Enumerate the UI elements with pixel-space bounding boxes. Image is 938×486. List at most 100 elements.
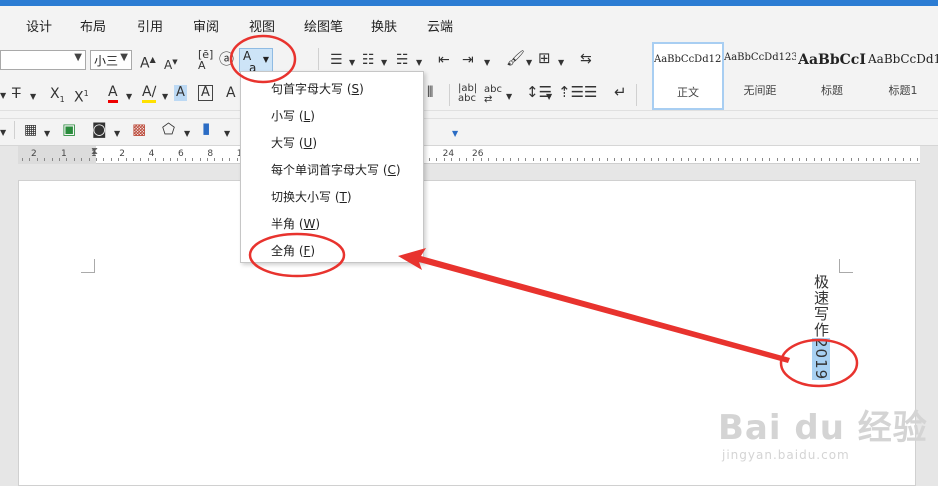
menu-view[interactable]: 视图 — [249, 16, 275, 35]
subscript-icon[interactable]: X1 — [50, 86, 65, 108]
style-name: 标题1 — [888, 84, 918, 97]
menu-skin[interactable]: 换肤 — [371, 16, 397, 35]
style-title[interactable]: AaBbCcI 标题 — [796, 42, 868, 110]
chevron-down-icon[interactable]: ▼ — [546, 89, 552, 105]
change-case-button[interactable]: Aa ▼ — [239, 48, 273, 74]
screenshot-icon[interactable]: ◙ — [92, 121, 107, 137]
chevron-down-icon[interactable]: ▼ — [184, 126, 190, 142]
chevron-down-icon[interactable]: ▼ — [224, 126, 230, 142]
baidu-watermark: Bai du 经验 jingyan.baidu.com — [718, 400, 928, 470]
document-vertical-text[interactable]: 极速写作2019 — [806, 274, 832, 384]
menu-item-half-width[interactable]: 半角 (W) — [271, 215, 320, 232]
ruler-tick — [140, 158, 142, 161]
char-spacing-icon[interactable]: abc ⇄ — [484, 85, 502, 105]
grow-font-icon[interactable]: A▲ — [140, 52, 156, 72]
distributed-align-icon[interactable]: ⫴ — [427, 84, 433, 100]
ruler-tick — [443, 158, 445, 161]
ruler-tick — [747, 158, 749, 161]
menu-cloud[interactable]: 云端 — [427, 16, 453, 35]
ruler-tick — [673, 158, 675, 161]
chevron-down-icon[interactable]: ▼ — [0, 125, 6, 141]
chevron-down-icon[interactable]: ▼ — [126, 89, 132, 105]
menu-item-uppercase[interactable]: 大写 (U) — [271, 134, 317, 151]
superscript-icon[interactable]: X1 — [74, 86, 89, 106]
para-spacing-before-icon[interactable]: ⇡☰ — [558, 84, 584, 100]
line-break-icon[interactable]: ↵ — [614, 84, 627, 100]
font-name-combo[interactable]: ▼ — [0, 50, 86, 70]
chevron-down-icon[interactable]: ▼ — [381, 55, 387, 71]
chevron-down-icon[interactable]: ▼ — [506, 89, 512, 105]
enclose-char-icon[interactable]: ⓐ — [219, 51, 234, 67]
selected-text: 2019 — [812, 338, 830, 381]
chevron-down-icon[interactable]: ▼ — [162, 89, 168, 105]
menu-references[interactable]: 引用 — [137, 16, 163, 35]
font-size-combo[interactable]: 小三 ▼ — [90, 50, 132, 70]
menu-item-full-width[interactable]: 全角 (F) — [271, 242, 315, 259]
chevron-down-icon[interactable]: ▼ — [114, 126, 120, 142]
ruler-tick — [636, 158, 638, 161]
phonetic-guide-icon[interactable]: [ē] A — [198, 49, 213, 71]
menu-item-sentence-case[interactable]: 句首字母大写 (S) — [271, 80, 364, 97]
divider — [14, 121, 15, 139]
text-direction-icon[interactable]: ⇆ — [580, 51, 592, 67]
menu-layout[interactable]: 布局 — [80, 16, 106, 35]
shrink-font-icon[interactable]: A▼ — [164, 54, 178, 73]
strikethrough-icon[interactable]: T — [12, 86, 21, 102]
menu-item-toggle-case[interactable]: 切换大小写 (T) — [271, 188, 352, 205]
chevron-down-icon[interactable]: ▼ — [558, 55, 564, 71]
char-border-icon[interactable]: A — [198, 85, 213, 101]
char-scale-icon[interactable]: |ab| abc — [458, 84, 477, 104]
chevron-down-icon[interactable]: ▼ — [484, 55, 490, 71]
chevron-down-icon[interactable]: ▼ — [0, 88, 6, 104]
ruler-tick — [680, 158, 682, 161]
quick-access-dropdown-icon[interactable]: ▼ — [452, 126, 458, 142]
smartart-icon[interactable]: ▩ — [132, 121, 146, 137]
style-normal[interactable]: AaBbCcDd123 正文 — [652, 42, 724, 110]
ruler-tick — [199, 158, 201, 161]
bullet-list-icon[interactable]: ☰ — [330, 52, 343, 68]
ruler-tick — [725, 158, 726, 161]
multilevel-list-icon[interactable]: ☵ — [396, 52, 409, 68]
chevron-down-icon[interactable]: ▼ — [349, 55, 355, 71]
horizontal-ruler[interactable]: ⧗ 2112468101214161820222426 — [18, 146, 920, 164]
font-color-icon[interactable]: A — [108, 84, 118, 103]
chevron-down-icon[interactable]: ▼ — [30, 89, 36, 105]
highlight-icon[interactable]: A∕ — [142, 84, 157, 103]
ruler-tick — [584, 158, 586, 161]
chart-icon[interactable]: ▮ — [202, 120, 210, 136]
table-icon[interactable]: ▦ — [24, 122, 37, 138]
menu-item-lowercase[interactable]: 小写 (L) — [271, 107, 315, 124]
style-heading1[interactable]: AaBbCcDd1 标题1 — [868, 42, 938, 110]
ruler-tick — [762, 158, 763, 161]
ruler-margin — [18, 146, 96, 164]
chevron-down-icon[interactable]: ▼ — [44, 126, 50, 142]
increase-indent-icon[interactable]: ⇥ — [462, 52, 474, 68]
ruler-tick — [177, 158, 179, 161]
chevron-down-icon[interactable]: ▼ — [416, 55, 422, 71]
phonetic-a-icon[interactable]: A — [226, 85, 236, 101]
ruler-number: 6 — [178, 149, 184, 159]
style-sample: AaBbCcDd1 — [868, 52, 938, 66]
menu-review[interactable]: 审阅 — [193, 16, 219, 35]
ruler-tick — [628, 158, 630, 161]
picture-icon[interactable]: ▣ — [62, 121, 76, 137]
ruler-tick — [873, 158, 874, 161]
font-size-value: 小三 — [94, 54, 119, 68]
chevron-down-icon[interactable]: ▼ — [526, 55, 532, 71]
chevron-down-icon: ▼ — [262, 55, 269, 64]
decrease-indent-icon[interactable]: ⇤ — [438, 52, 450, 68]
ruler-tick — [651, 158, 652, 161]
numbered-list-icon[interactable]: ☷ — [362, 52, 375, 68]
borders-icon[interactable]: ⊞ — [538, 50, 551, 66]
menu-draw-pen[interactable]: 绘图笔 — [304, 16, 343, 35]
para-spacing-after-icon[interactable]: ☰ — [584, 84, 597, 100]
menu-design[interactable]: 设计 — [26, 16, 52, 35]
ruler-tick — [96, 158, 97, 161]
shapes-icon[interactable]: ⬠ — [162, 121, 175, 137]
ruler-tick — [791, 158, 793, 161]
menu-item-capitalize-words[interactable]: 每个单词首字母大写 (C) — [271, 161, 401, 178]
char-shading-icon[interactable]: A — [174, 85, 187, 101]
ruler-tick — [436, 158, 438, 161]
shading-icon[interactable]: 🖌 — [506, 50, 525, 66]
style-no-spacing[interactable]: AaBbCcDd123 无间距 — [724, 42, 796, 110]
